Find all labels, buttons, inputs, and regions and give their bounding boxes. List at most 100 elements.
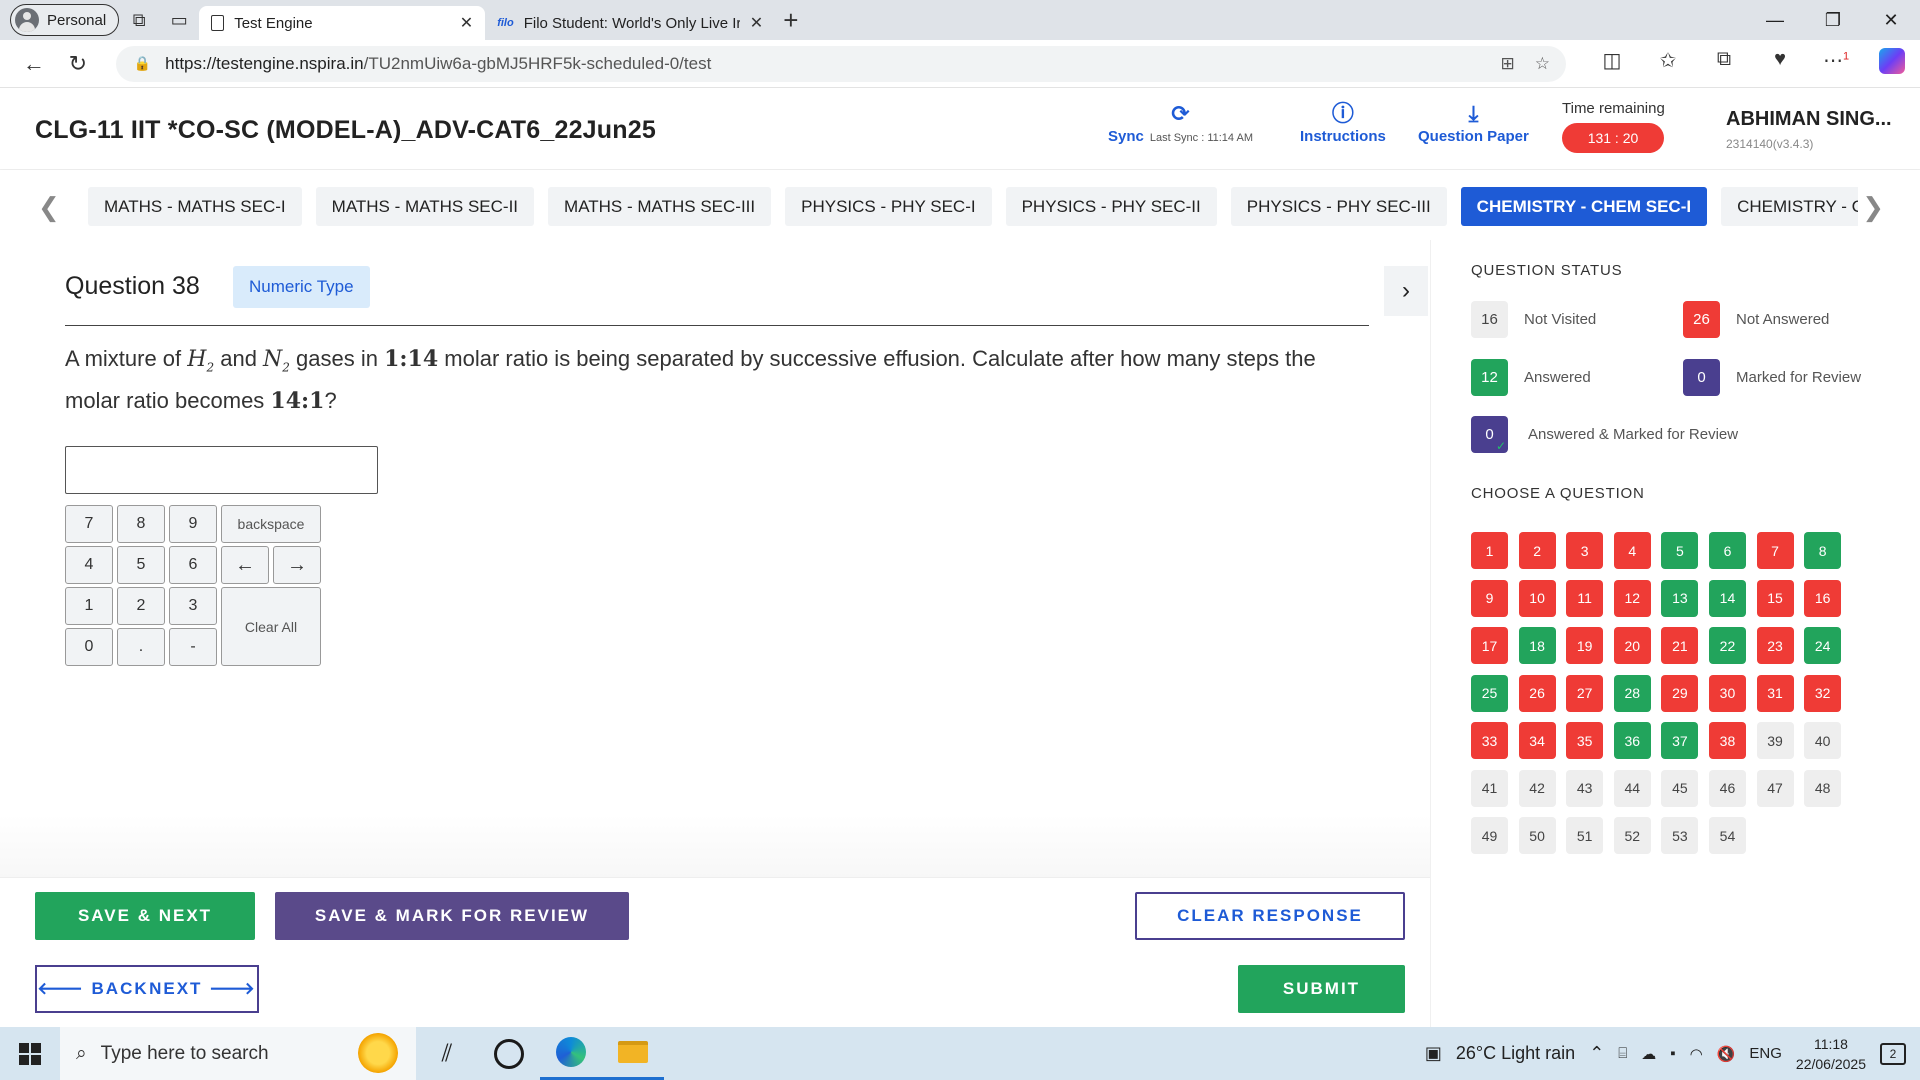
refresh-icon[interactable]: ↻ <box>56 51 100 77</box>
notification-icon[interactable]: 2 <box>1880 1042 1906 1065</box>
question-button[interactable]: 27 <box>1566 674 1604 712</box>
key-6[interactable]: 6 <box>169 546 217 584</box>
question-button[interactable]: 24 <box>1804 627 1842 664</box>
question-button[interactable]: 49 <box>1471 817 1508 854</box>
favorites-icon[interactable]: ✩ <box>1640 48 1696 80</box>
key-minus[interactable]: - <box>169 628 217 666</box>
browser-tab-test-engine[interactable]: Test Engine ✕ <box>199 6 486 40</box>
key-5[interactable]: 5 <box>117 546 165 584</box>
question-button[interactable]: 19 <box>1566 627 1604 664</box>
question-paper-button[interactable]: ⤓ Question Paper <box>1418 100 1529 145</box>
onedrive-icon[interactable]: ☁ <box>1641 1045 1656 1063</box>
question-button[interactable]: 11 <box>1566 579 1604 617</box>
question-button[interactable]: 15 <box>1756 579 1794 617</box>
task-view-icon[interactable]: ⫽ <box>416 1027 478 1080</box>
device-icon[interactable]: ⌸ <box>1618 1045 1627 1062</box>
tab-physics-sec-1[interactable]: PHYSICS - PHY SEC-I <box>785 187 992 226</box>
question-button[interactable]: 33 <box>1471 722 1508 759</box>
question-button[interactable]: 23 <box>1756 627 1794 664</box>
key-4[interactable]: 4 <box>65 546 113 584</box>
question-button[interactable]: 12 <box>1613 579 1651 617</box>
question-button[interactable]: 41 <box>1471 769 1508 807</box>
question-button[interactable]: 51 <box>1566 817 1604 854</box>
numeric-answer-input[interactable] <box>65 446 378 494</box>
weather-icon[interactable]: ▣ <box>1425 1043 1442 1064</box>
question-button[interactable]: 22 <box>1708 627 1746 664</box>
question-button[interactable]: 45 <box>1661 769 1699 807</box>
volume-muted-icon[interactable]: 🔇 <box>1717 1045 1736 1063</box>
question-button[interactable]: 14 <box>1708 579 1746 617</box>
question-button[interactable]: 43 <box>1566 769 1604 807</box>
question-button[interactable]: 17 <box>1471 627 1508 664</box>
question-button[interactable]: 44 <box>1613 769 1651 807</box>
save-mark-review-button[interactable]: SAVE & MARK FOR REVIEW <box>275 892 629 940</box>
question-button[interactable]: 4 <box>1613 532 1651 569</box>
question-button[interactable]: 40 <box>1804 722 1842 759</box>
sync-button[interactable]: ⟳ Sync Last Sync : 11:14 AM <box>1108 100 1253 145</box>
question-button[interactable]: 29 <box>1661 674 1699 712</box>
whatsapp-icon[interactable] <box>478 1027 540 1080</box>
copilot-icon[interactable] <box>1864 47 1920 80</box>
new-tab-icon[interactable]: + <box>783 5 798 36</box>
question-button[interactable]: 10 <box>1518 579 1556 617</box>
key-2[interactable]: 2 <box>117 587 165 625</box>
workspaces-icon[interactable]: ⧉ <box>119 4 159 36</box>
close-tab-icon[interactable]: ✕ <box>750 13 763 33</box>
question-button[interactable]: 7 <box>1756 532 1794 569</box>
question-button[interactable]: 32 <box>1804 674 1842 712</box>
tab-actions-icon[interactable]: ▭ <box>159 4 199 36</box>
wifi-icon[interactable]: ◠ <box>1690 1045 1703 1063</box>
question-button[interactable]: 37 <box>1661 722 1699 759</box>
question-button[interactable]: 50 <box>1518 817 1556 854</box>
question-button[interactable]: 2 <box>1518 532 1556 569</box>
question-button[interactable]: 31 <box>1756 674 1794 712</box>
back-button[interactable]: 🡐 BACK <box>37 979 148 999</box>
question-button[interactable]: 48 <box>1804 769 1842 807</box>
tab-maths-sec-2[interactable]: MATHS - MATHS SEC-II <box>315 187 535 226</box>
question-button[interactable]: 6 <box>1708 532 1746 569</box>
question-button[interactable]: 46 <box>1708 769 1746 807</box>
instructions-button[interactable]: ⓘ Instructions <box>1300 100 1386 145</box>
question-button[interactable]: 9 <box>1471 579 1508 617</box>
question-button[interactable]: 38 <box>1708 722 1746 759</box>
question-button[interactable]: 53 <box>1661 817 1699 854</box>
clear-all-key[interactable]: Clear All <box>221 587 321 666</box>
start-button[interactable] <box>0 1042 60 1065</box>
restore-icon[interactable]: ❐ <box>1804 0 1862 40</box>
question-button[interactable]: 47 <box>1756 769 1794 807</box>
question-button[interactable]: 42 <box>1518 769 1556 807</box>
chevron-left-icon[interactable]: ❮ <box>38 192 60 223</box>
more-menu-icon[interactable]: ⋯1 <box>1808 48 1864 80</box>
next-button[interactable]: NEXT 🡒 <box>149 979 257 999</box>
minimize-icon[interactable]: — <box>1746 0 1804 40</box>
question-button[interactable]: 52 <box>1613 817 1651 854</box>
question-button[interactable]: 1 <box>1471 532 1508 569</box>
key-7[interactable]: 7 <box>65 505 113 543</box>
question-button[interactable]: 20 <box>1613 627 1651 664</box>
question-button[interactable]: 30 <box>1708 674 1746 712</box>
clock[interactable]: 11:18 22/06/2025 <box>1796 1034 1866 1074</box>
browser-essentials-icon[interactable]: ♥ <box>1752 48 1808 80</box>
question-button[interactable]: 18 <box>1518 627 1556 664</box>
next-question-arrow-icon[interactable]: › <box>1384 266 1428 316</box>
security-icon[interactable]: ▪ <box>1670 1045 1675 1062</box>
weather-text[interactable]: 26°C Light rain <box>1456 1043 1575 1064</box>
favorite-star-icon[interactable]: ☆ <box>1535 54 1550 74</box>
cursor-right-key[interactable]: → <box>273 546 321 584</box>
key-dot[interactable]: . <box>117 628 165 666</box>
key-3[interactable]: 3 <box>169 587 217 625</box>
question-button[interactable]: 16 <box>1804 579 1842 617</box>
language-indicator[interactable]: ENG <box>1749 1045 1782 1062</box>
app-available-icon[interactable]: ⊞ <box>1501 54 1515 74</box>
split-screen-icon[interactable]: ◫ <box>1584 48 1640 80</box>
question-button[interactable]: 36 <box>1613 722 1651 759</box>
url-field[interactable]: 🔒 https://testengine.nspira.in/TU2nmUiw6… <box>115 45 1566 82</box>
profile-button[interactable]: Personal <box>10 4 120 36</box>
key-9[interactable]: 9 <box>169 505 217 543</box>
submit-button[interactable]: SUBMIT <box>1238 965 1405 1013</box>
tab-physics-sec-3[interactable]: PHYSICS - PHY SEC-III <box>1230 187 1447 226</box>
question-button[interactable]: 5 <box>1661 532 1699 569</box>
back-arrow-icon[interactable]: ← <box>12 51 56 77</box>
question-button[interactable]: 25 <box>1471 674 1508 712</box>
question-button[interactable]: 54 <box>1708 817 1746 854</box>
